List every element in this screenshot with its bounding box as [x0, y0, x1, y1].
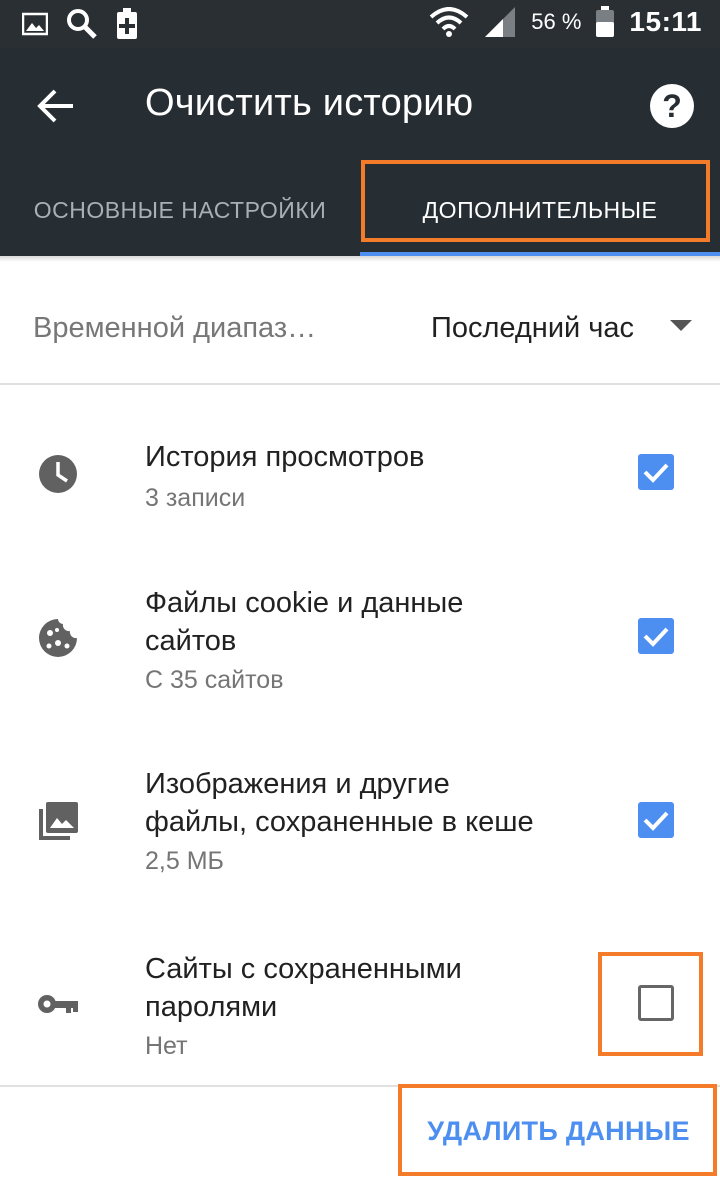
- cookie-icon: [39, 619, 77, 657]
- item-title: Изображения и другие файлы, сохраненные …: [145, 768, 534, 838]
- dropdown-arrow-icon: [670, 320, 692, 331]
- item-title: Файлы cookie и данные сайтов: [145, 587, 464, 657]
- item-subtitle: Нет: [145, 1032, 188, 1060]
- check-icon: [643, 463, 669, 483]
- item-subtitle: 2,5 МБ: [145, 847, 224, 875]
- search-icon: [67, 9, 97, 39]
- status-bar: 56 % 15:11: [0, 0, 720, 48]
- image-icon: [22, 12, 48, 36]
- battery-icon: [596, 6, 615, 37]
- battery-charge-icon: [117, 8, 137, 39]
- battery-percent: 56 %: [531, 9, 582, 34]
- divider: [0, 383, 720, 385]
- signal-icon: [485, 7, 516, 37]
- list-item-cache[interactable]: Изображения и другие файлы, сохраненные …: [0, 745, 720, 905]
- tab-basic-label: ОСНОВНЫЕ НАСТРОЙКИ: [33, 196, 327, 223]
- time-range-value: Последний час: [431, 312, 635, 344]
- check-icon: [643, 811, 669, 831]
- check-icon: [643, 627, 669, 647]
- item-subtitle: 3 записи: [145, 484, 246, 512]
- app-toolbar: Очистить историю ?: [0, 48, 720, 164]
- highlight-box-checkbox: [598, 952, 703, 1056]
- back-arrow-icon[interactable]: [36, 86, 76, 126]
- help-icon[interactable]: ?: [650, 84, 694, 128]
- time-range-selector[interactable]: Временной диапаз… Последний час: [0, 256, 720, 384]
- checkbox-cookies[interactable]: [638, 618, 674, 654]
- key-icon: [38, 995, 78, 1013]
- wifi-icon: [429, 7, 469, 37]
- time-range-label: Временной диапаз…: [33, 312, 317, 344]
- list-item-cookies[interactable]: Файлы cookie и данные сайтов С 35 сайтов: [0, 560, 720, 720]
- page-title: Очистить историю: [145, 82, 474, 124]
- item-subtitle: С 35 сайтов: [145, 666, 284, 694]
- highlight-box-tab: [361, 160, 710, 242]
- item-title: Сайты с сохраненными паролями: [145, 953, 462, 1023]
- item-title: История просмотров: [145, 441, 425, 473]
- checkbox-history[interactable]: [638, 454, 674, 490]
- clock-icon: [39, 455, 77, 493]
- tab-basic-settings[interactable]: ОСНОВНЫЕ НАСТРОЙКИ: [0, 164, 360, 256]
- list-item-history[interactable]: История просмотров 3 записи: [0, 400, 720, 540]
- images-icon: [39, 802, 78, 840]
- highlight-box-button: [398, 1084, 717, 1176]
- checkbox-cache[interactable]: [638, 802, 674, 838]
- status-time: 15:11: [629, 6, 702, 37]
